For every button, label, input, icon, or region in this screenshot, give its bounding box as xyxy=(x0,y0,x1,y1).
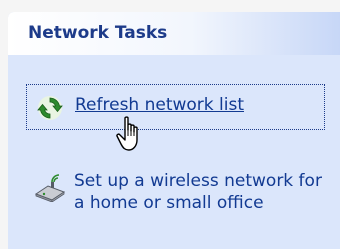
setup-wireless-network-link[interactable]: Set up a wireless network for a home or … xyxy=(34,170,334,230)
hand-pointer-cursor-icon xyxy=(116,116,146,156)
task-pane: Network Tasks Refresh network list Set u… xyxy=(0,0,340,249)
refresh-icon xyxy=(37,95,63,125)
panel-title: Network Tasks xyxy=(28,23,168,43)
panel-header[interactable]: Network Tasks xyxy=(8,12,340,55)
refresh-network-list-label[interactable]: Refresh network list xyxy=(75,95,244,115)
refresh-network-list-link[interactable]: Refresh network list xyxy=(26,84,325,130)
wireless-network-icon xyxy=(34,172,66,206)
setup-wireless-network-label[interactable]: Set up a wireless network for a home or … xyxy=(74,170,334,214)
